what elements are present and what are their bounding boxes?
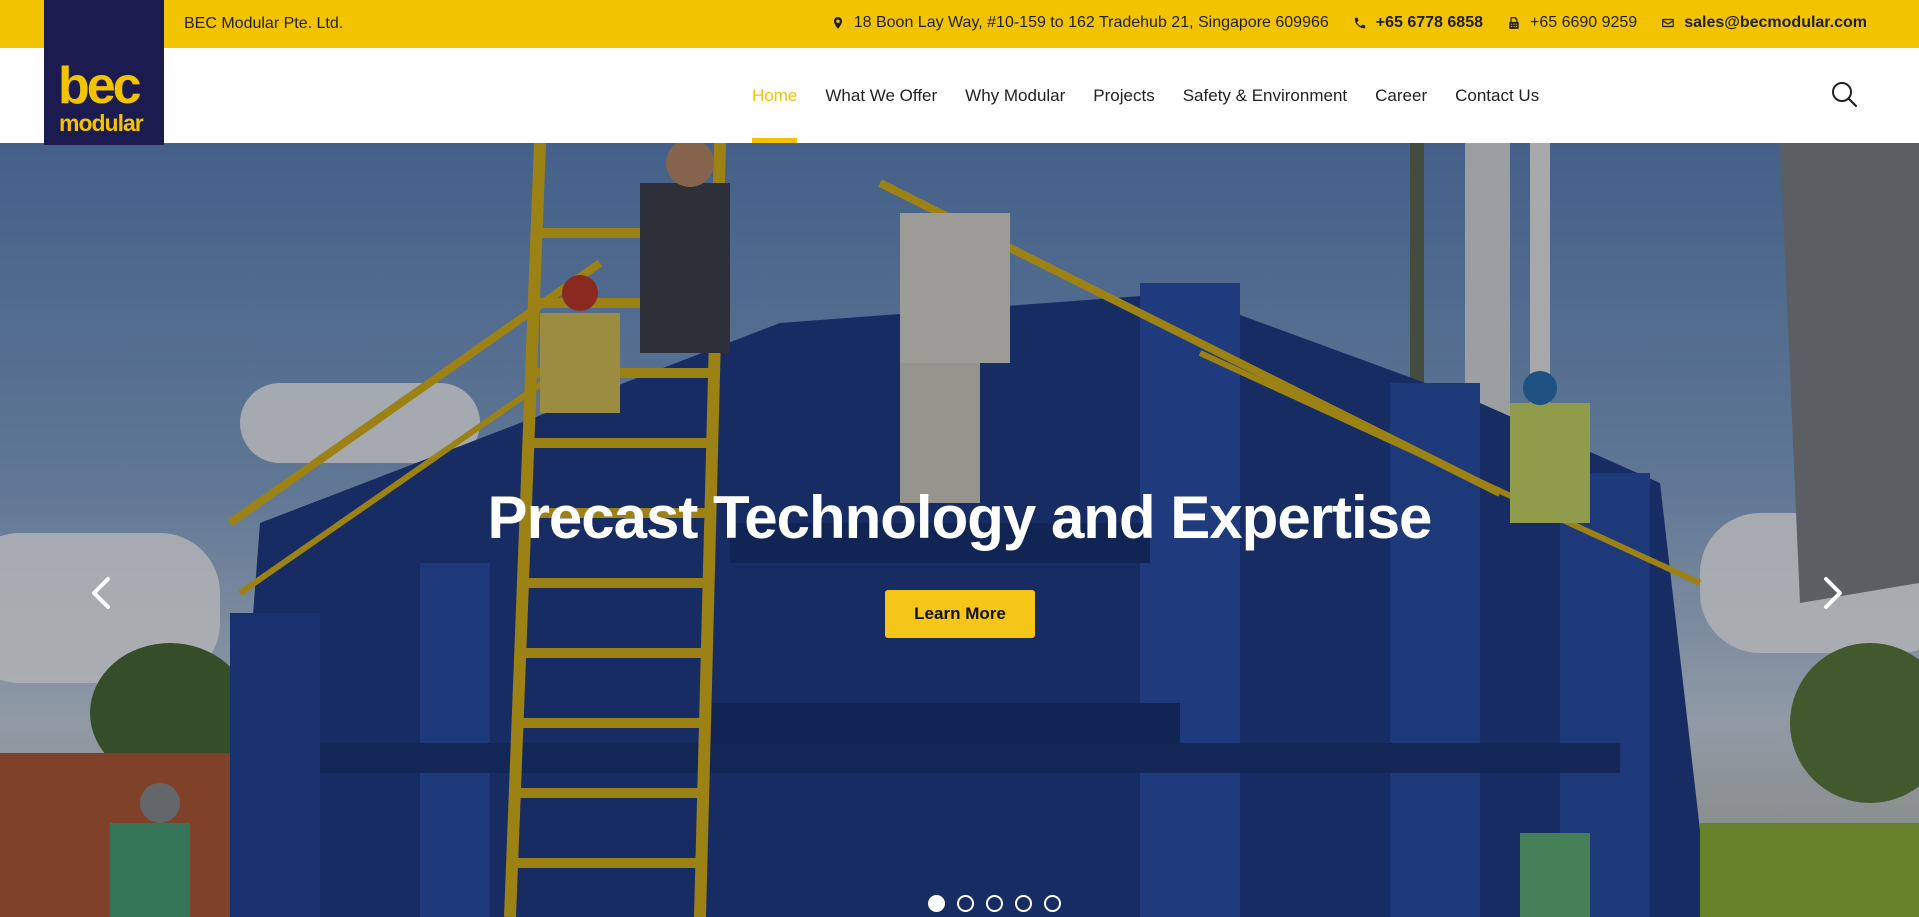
slider-dot-2[interactable] [957,895,974,912]
nav-home[interactable]: Home [738,48,811,143]
search-button[interactable] [1830,80,1858,108]
chevron-left-icon [92,577,110,609]
slider-dot-3[interactable] [986,895,1003,912]
nav-contact-us[interactable]: Contact Us [1441,48,1553,143]
contact-info: 18 Boon Lay Way, #10-159 to 162 Tradehub… [807,14,1867,32]
nav-projects[interactable]: Projects [1079,48,1168,143]
slider-prev-button[interactable] [86,573,116,613]
logo-text-bec: bec [58,57,142,115]
slider-dot-4[interactable] [1015,895,1032,912]
main-header: Home What We Offer Why Modular Projects … [0,48,1919,143]
fax-icon [1509,17,1519,29]
hero-title: Precast Technology and Expertise [487,484,1433,551]
learn-more-button[interactable]: Learn More [885,590,1035,638]
slider-dot-1[interactable] [928,895,945,912]
logo-text-modular: modular [59,110,144,136]
main-nav: Home What We Offer Why Modular Projects … [738,48,1553,143]
email-item[interactable]: sales@becmodular.com [1661,14,1867,32]
nav-why-modular[interactable]: Why Modular [951,48,1079,143]
fax-item: +65 6690 9259 [1507,14,1637,32]
address-item: 18 Boon Lay Way, #10-159 to 162 Tradehub… [831,14,1329,32]
phone-text[interactable]: +65 6778 6858 [1376,14,1483,32]
slider-dot-5[interactable] [1044,895,1061,912]
fax-text: +65 6690 9259 [1529,14,1638,31]
address-text: 18 Boon Lay Way, #10-159 to 162 Tradehub… [853,14,1329,31]
envelope-icon [1662,18,1675,28]
bec-modular-logo[interactable]: bec modular [44,0,164,145]
email-link[interactable]: sales@becmodular.com [1684,14,1867,32]
hero-slider: Precast Technology and Expertise Learn M… [0,143,1919,917]
nav-safety-environment[interactable]: Safety & Environment [1169,48,1361,143]
company-name: BEC Modular Pte. Ltd. [184,15,344,32]
slider-next-button[interactable] [1818,573,1848,613]
search-icon [1832,82,1858,108]
nav-what-we-offer[interactable]: What We Offer [811,48,951,143]
slider-pagination [928,895,1073,912]
top-contact-bar: BEC Modular Pte. Ltd. 18 Boon Lay Way, #… [0,0,1919,48]
chevron-right-icon [1824,577,1842,609]
phone-item[interactable]: +65 6778 6858 [1353,14,1483,32]
map-pin-icon [833,17,842,29]
nav-career[interactable]: Career [1361,48,1441,143]
phone-icon [1354,17,1366,29]
